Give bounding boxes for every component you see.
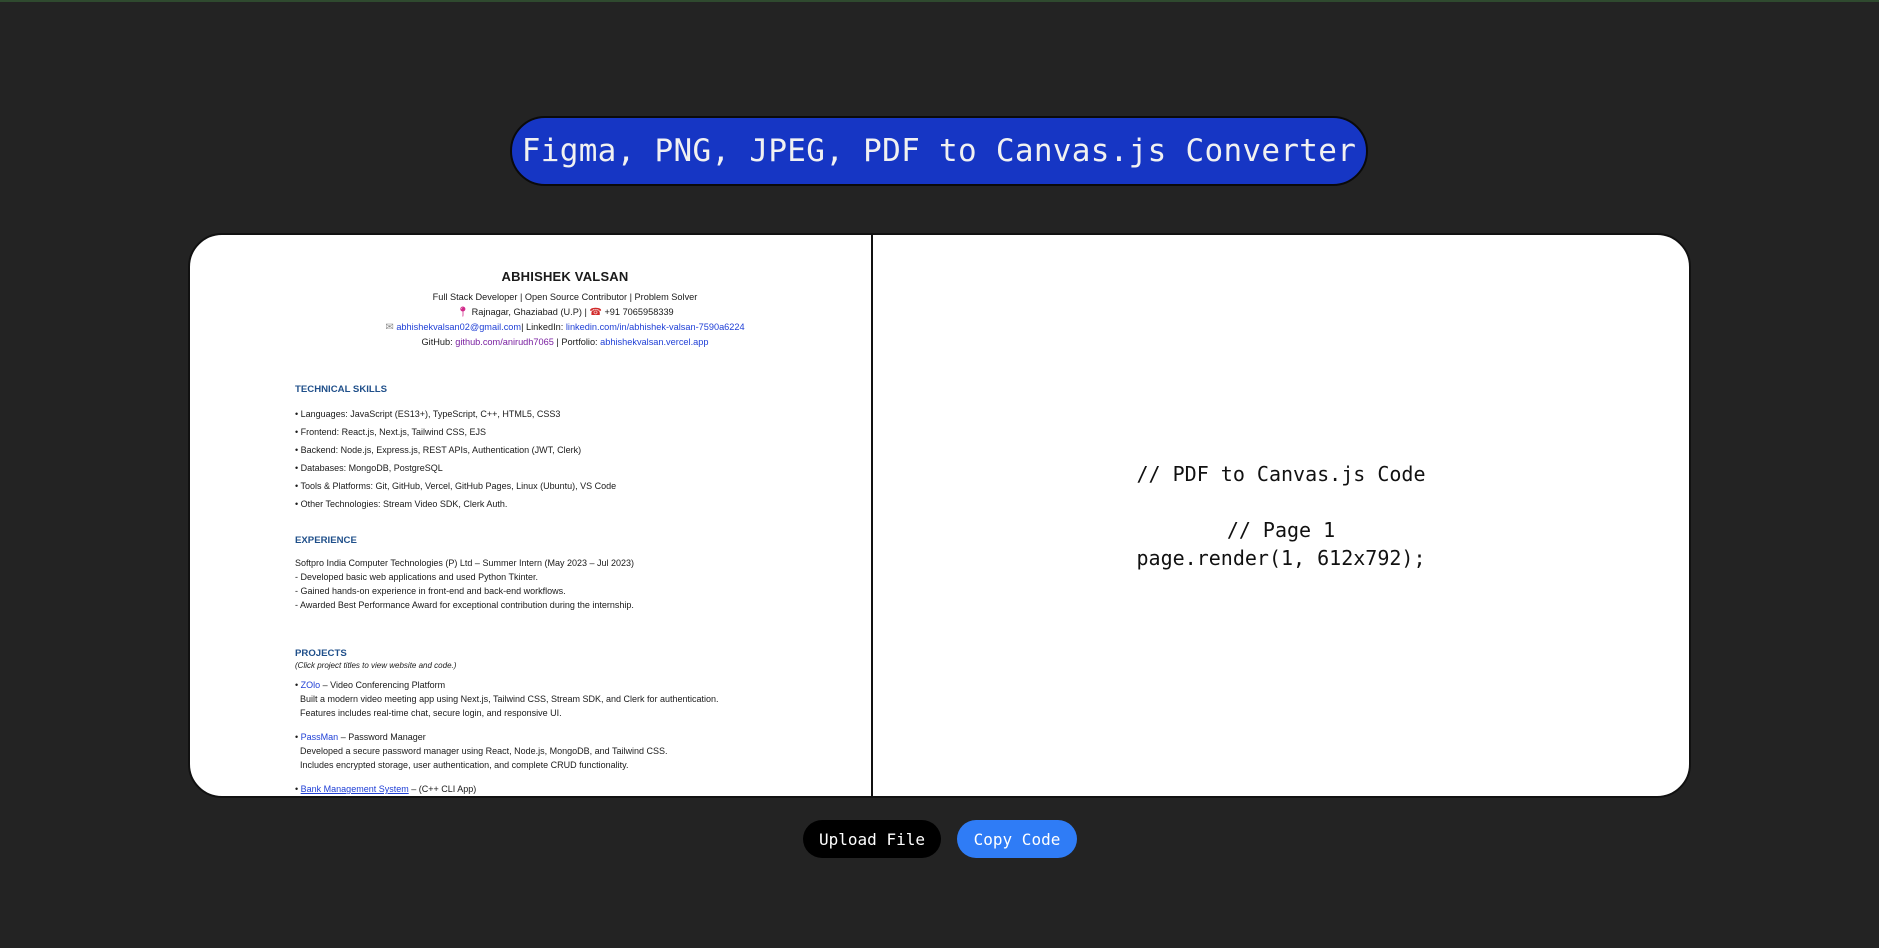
project-suffix: – Video Conferencing Platform bbox=[320, 680, 446, 690]
email-link[interactable]: abhishekvalsan02@gmail.com bbox=[396, 322, 521, 332]
experience-list: Softpro India Computer Technologies (P) … bbox=[295, 556, 835, 612]
portfolio-label: | Portfolio: bbox=[556, 337, 598, 347]
experience-line: - Awarded Best Performance Award for exc… bbox=[295, 600, 634, 610]
project-suffix: – Password Manager bbox=[338, 732, 426, 742]
project-desc: Developed a secure password manager usin… bbox=[300, 746, 668, 756]
linkedin-label: | LinkedIn: bbox=[521, 322, 564, 332]
code-statement: page.render(1, 612x792); bbox=[1136, 545, 1426, 570]
project-suffix: – (C++ CLI App) bbox=[408, 784, 477, 794]
project-item: • PassMan – Password Manager Developed a… bbox=[295, 730, 835, 772]
github-link[interactable]: github.com/anirudh7065 bbox=[455, 337, 554, 347]
skills-heading: TECHNICAL SKILLS bbox=[295, 384, 388, 395]
skills-list: • Languages: JavaScript (ES13+), TypeScr… bbox=[295, 405, 835, 513]
location-pin-icon: 📍︎ bbox=[456, 307, 470, 318]
resume-phone: +91 7065958339 bbox=[604, 307, 674, 317]
envelope-icon: ✉ bbox=[385, 322, 394, 333]
experience-line: Softpro India Computer Technologies (P) … bbox=[295, 558, 635, 568]
project-link[interactable]: PassMan bbox=[301, 732, 339, 742]
skill-item: • Backend: Node.js, Express.js, REST API… bbox=[295, 445, 582, 455]
skill-item: • Databases: MongoDB, PostgreSQL bbox=[295, 463, 443, 473]
projects-heading: PROJECTS bbox=[295, 648, 347, 659]
skill-item: • Other Technologies: Stream Video SDK, … bbox=[295, 499, 508, 509]
phone-icon: ☎ bbox=[589, 307, 602, 318]
upload-file-button[interactable]: Upload File bbox=[803, 820, 941, 858]
code-output[interactable]: // PDF to Canvas.js Code // Page 1 page.… bbox=[873, 235, 1689, 796]
projects-note: (Click project titles to view website an… bbox=[295, 661, 457, 670]
code-comment: // PDF to Canvas.js Code bbox=[1136, 461, 1426, 486]
project-item: • Bank Management System – (C++ CLI App) bbox=[295, 784, 477, 794]
contact-line: 📍︎ Rajnagar, Ghaziabad (U.P) | ☎ +91 706… bbox=[295, 305, 835, 320]
skill-item: • Frontend: React.js, Next.js, Tailwind … bbox=[295, 427, 487, 437]
experience-line: - Gained hands-on experience in front-en… bbox=[295, 586, 566, 596]
resume-location: Rajnagar, Ghaziabad (U.P) bbox=[471, 307, 582, 317]
project-link[interactable]: Bank Management System bbox=[301, 784, 409, 794]
skill-item: • Tools & Platforms: Git, GitHub, Vercel… bbox=[295, 481, 617, 491]
github-label: GitHub: bbox=[421, 337, 453, 347]
pdf-preview[interactable]: ABHISHEK VALSAN Full Stack Developer | O… bbox=[190, 235, 871, 796]
resume-document: ABHISHEK VALSAN Full Stack Developer | O… bbox=[295, 269, 835, 796]
project-link[interactable]: ZOlo bbox=[301, 680, 321, 690]
resume-header: ABHISHEK VALSAN Full Stack Developer | O… bbox=[295, 269, 835, 350]
skill-item: • Languages: JavaScript (ES13+), TypeScr… bbox=[295, 409, 561, 419]
converter-panel: ABHISHEK VALSAN Full Stack Developer | O… bbox=[188, 233, 1691, 798]
resume-name: ABHISHEK VALSAN bbox=[501, 269, 629, 284]
app-title: Figma, PNG, JPEG, PDF to Canvas.js Conve… bbox=[510, 116, 1368, 186]
top-border bbox=[0, 0, 1879, 2]
experience-line: - Developed basic web applications and u… bbox=[295, 572, 538, 582]
links-line: GitHub: github.com/anirudh7065 | Portfol… bbox=[295, 335, 835, 350]
resume-tagline: Full Stack Developer | Open Source Contr… bbox=[432, 292, 698, 302]
email-line: ✉ abhishekvalsan02@gmail.com| LinkedIn: … bbox=[295, 320, 835, 335]
portfolio-link[interactable]: abhishekvalsan.vercel.app bbox=[600, 337, 708, 347]
code-page-comment: // Page 1 bbox=[1226, 517, 1336, 542]
project-desc: Includes encrypted storage, user authent… bbox=[300, 760, 629, 770]
project-item: • ZOlo – Video Conferencing Platform Bui… bbox=[295, 678, 835, 720]
experience-heading: EXPERIENCE bbox=[295, 535, 357, 546]
copy-code-button[interactable]: Copy Code bbox=[957, 820, 1077, 858]
linkedin-link[interactable]: linkedin.com/in/abhishek-valsan-7590a622… bbox=[566, 322, 745, 332]
project-desc: Features includes real-time chat, secure… bbox=[300, 708, 562, 718]
project-desc: Built a modern video meeting app using N… bbox=[300, 694, 719, 704]
